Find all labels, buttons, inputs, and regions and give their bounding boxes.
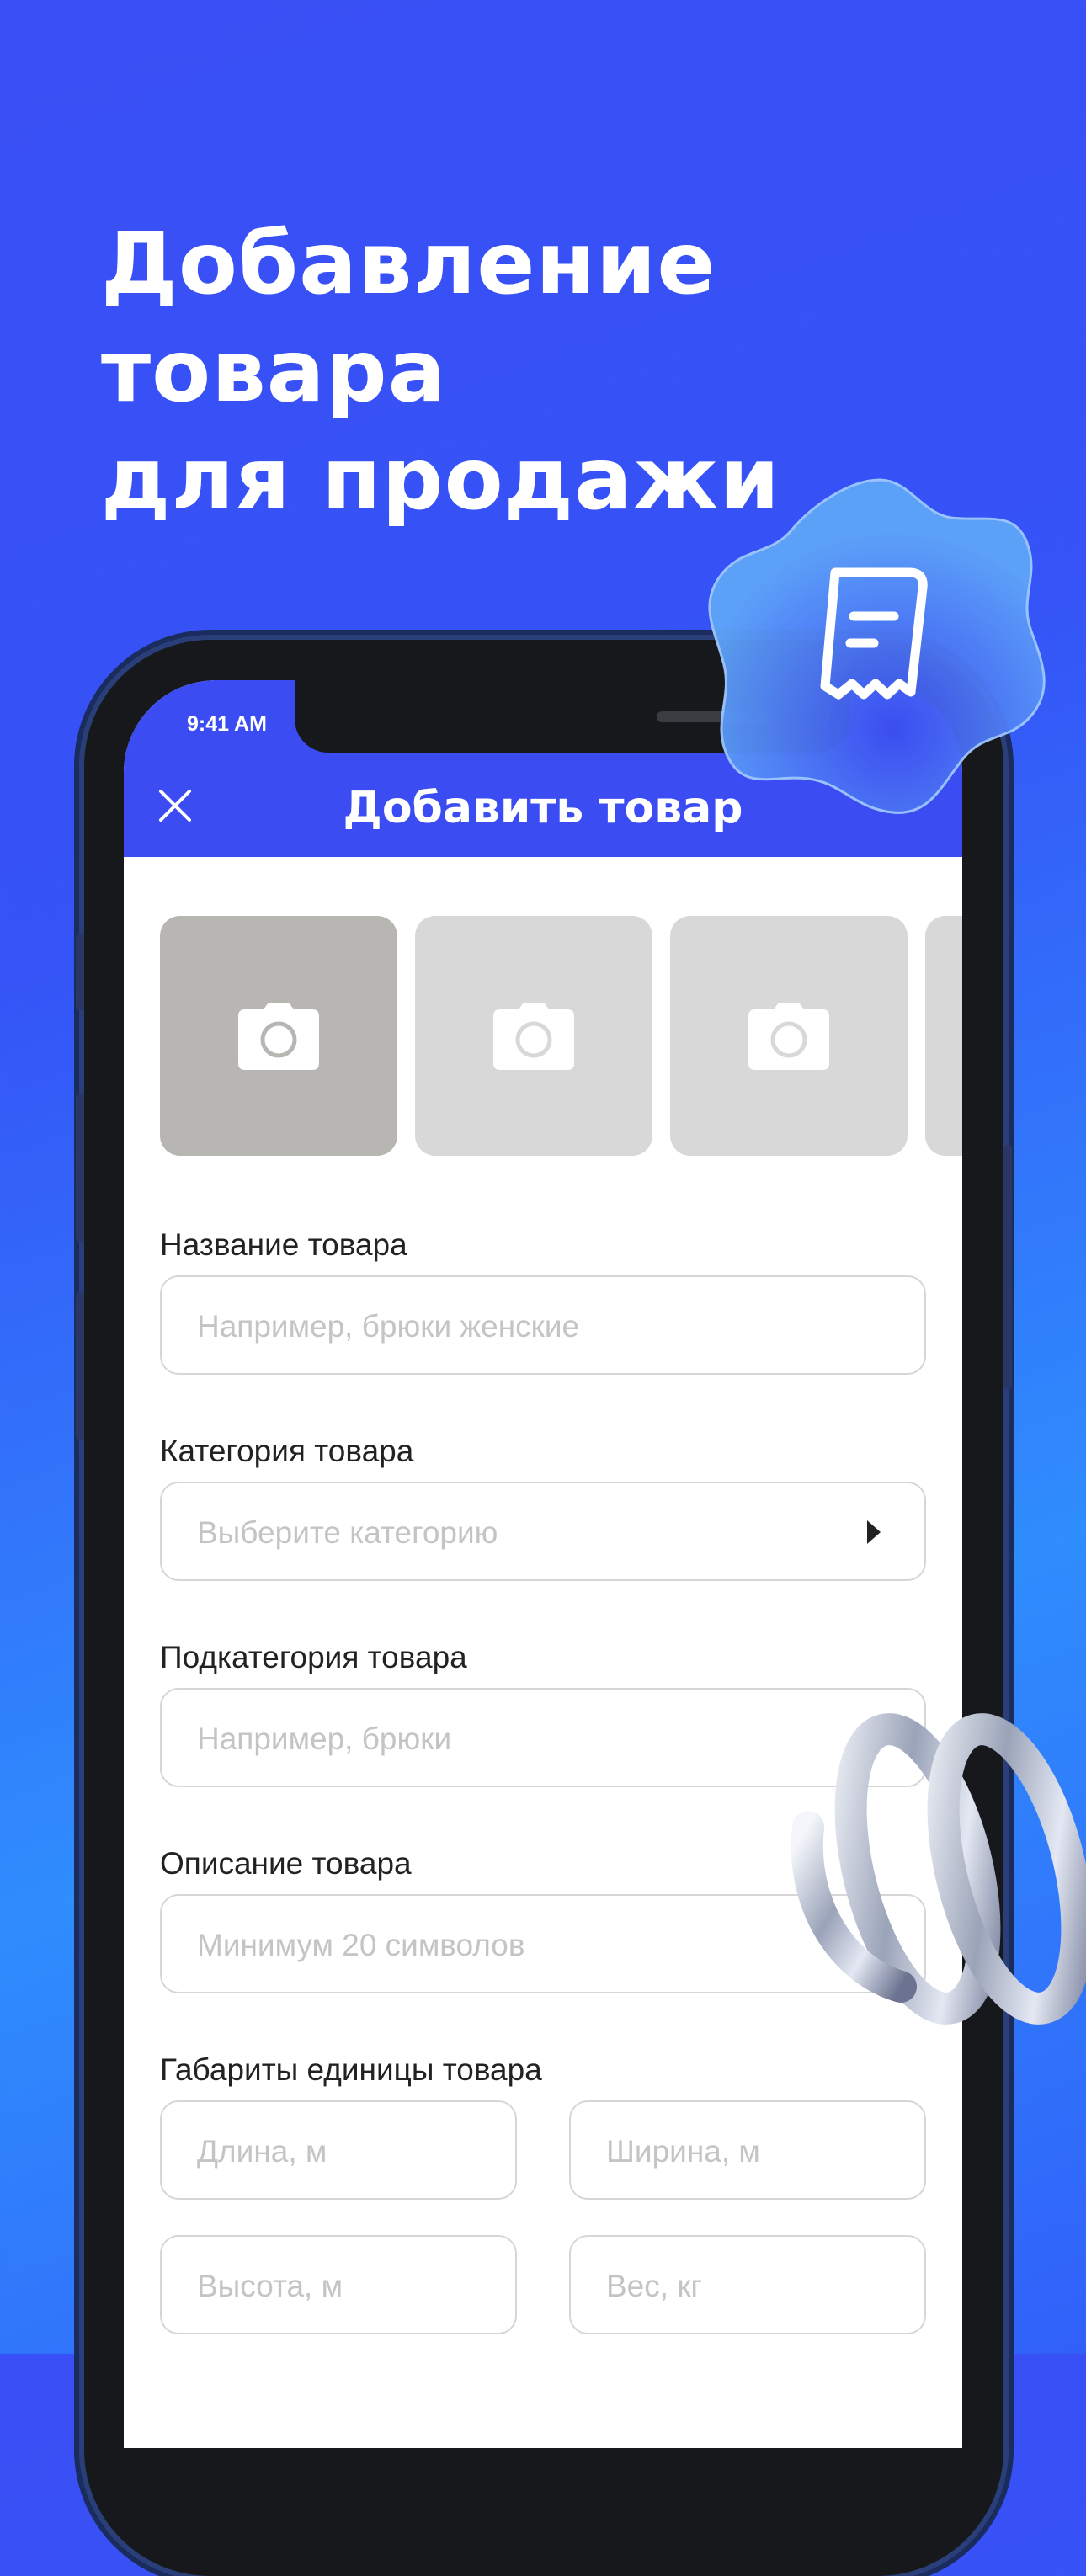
phone-power-button (1003, 1145, 1012, 1389)
camera-icon (748, 1002, 829, 1070)
phone-volume-up (76, 1094, 84, 1242)
category-placeholder: Выберите категорию (197, 1515, 498, 1550)
height-placeholder: Высота, м (197, 2269, 343, 2303)
photo-upload-row (160, 916, 962, 1156)
chevron-right-icon (867, 1520, 881, 1544)
photo-slot-4[interactable] (925, 916, 962, 1156)
name-placeholder: Например, брюки женские (197, 1309, 580, 1344)
height-input[interactable]: Высота, м (160, 2235, 517, 2334)
name-input[interactable]: Например, брюки женские (160, 1275, 926, 1375)
subcategory-label: Подкатегория товара (160, 1640, 467, 1674)
weight-placeholder: Вес, кг (606, 2269, 702, 2303)
status-time: 9:41 AM (187, 712, 267, 736)
length-placeholder: Длина, м (197, 2134, 327, 2169)
app-screen: 9:41 AM Добавить товар Название товара Н… (124, 680, 962, 2448)
headline-line-1: Добавление товара (101, 214, 716, 422)
spring-decoration (791, 1713, 1086, 2025)
width-placeholder: Ширина, м (606, 2134, 760, 2169)
category-select[interactable]: Выберите категорию (160, 1482, 926, 1581)
phone-volume-down (76, 1292, 84, 1440)
width-input[interactable]: Ширина, м (569, 2100, 926, 2200)
subcategory-placeholder: Например, брюки (197, 1722, 452, 1756)
name-label: Название товара (160, 1227, 407, 1262)
camera-icon (238, 1002, 319, 1070)
weight-input[interactable]: Вес, кг (569, 2235, 926, 2334)
receipt-badge-decoration (708, 478, 1046, 814)
camera-icon (493, 1002, 574, 1070)
photo-slot-2[interactable] (415, 916, 652, 1156)
description-label: Описание товара (160, 1846, 412, 1881)
photo-slot-1[interactable] (160, 916, 397, 1156)
description-placeholder: Минимум 20 символов (197, 1928, 525, 1962)
photo-slot-3[interactable] (670, 916, 908, 1156)
phone-mute-switch (76, 934, 84, 1010)
length-input[interactable]: Длина, м (160, 2100, 517, 2200)
dimensions-label: Габариты единицы товара (160, 2052, 542, 2087)
category-label: Категория товара (160, 1434, 414, 1468)
